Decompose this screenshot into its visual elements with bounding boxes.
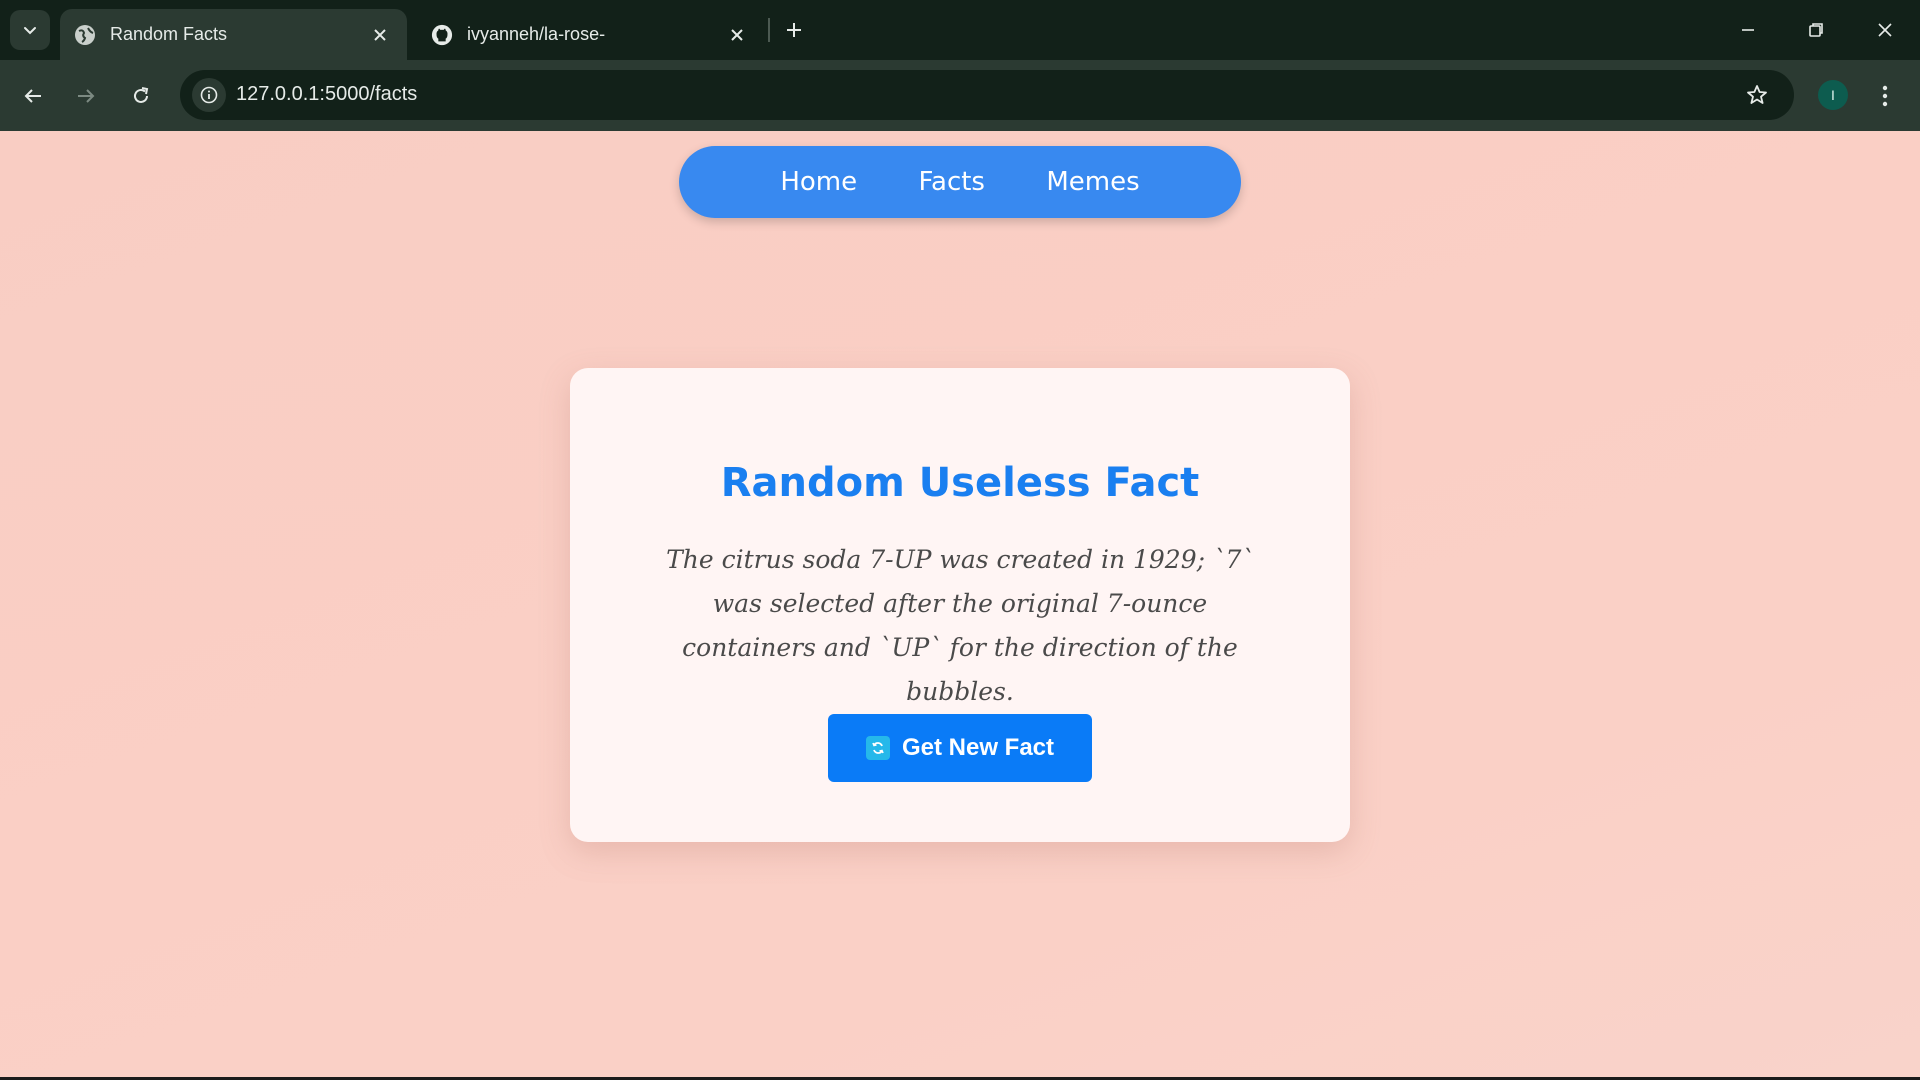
restore-button[interactable]	[1791, 8, 1841, 52]
fact-card: Random Useless Fact The citrus soda 7-UP…	[570, 368, 1350, 842]
back-button[interactable]	[13, 76, 53, 116]
tab-search-button[interactable]	[10, 10, 50, 50]
arrow-right-icon	[78, 89, 95, 103]
nav-link-home[interactable]: Home	[780, 167, 857, 197]
button-label: Get New Fact	[901, 734, 1055, 761]
minimize-icon	[1742, 29, 1754, 31]
browser-toolbar: 127.0.0.1:5000/facts I	[0, 60, 1920, 131]
forward-button[interactable]	[66, 76, 106, 116]
globe-icon	[74, 24, 96, 46]
profile-avatar[interactable]: I	[1818, 80, 1848, 110]
reload-button[interactable]	[121, 76, 161, 116]
new-tab-button[interactable]	[778, 14, 810, 46]
refresh-icon	[865, 736, 890, 760]
page-content: Home Facts Memes Random Useless Fact The…	[0, 131, 1920, 1080]
reload-icon	[134, 87, 149, 103]
site-navbar: Home Facts Memes	[679, 146, 1241, 218]
tab-separator	[768, 18, 770, 42]
plus-icon	[787, 23, 801, 37]
close-icon[interactable]	[724, 22, 750, 48]
close-icon[interactable]	[367, 22, 393, 48]
browser-menu-button[interactable]	[1870, 76, 1900, 116]
site-info-icon[interactable]	[192, 78, 226, 112]
nav-link-facts[interactable]: Facts	[918, 167, 985, 197]
browser-tab-bar: Random Facts ivyanneh/la-rose-	[0, 0, 1920, 60]
card-title: Random Useless Fact	[720, 460, 1200, 506]
tab-title: ivyanneh/la-rose-	[467, 24, 606, 44]
tab-random-facts[interactable]: Random Facts	[60, 9, 407, 60]
arrow-left-icon	[24, 89, 41, 103]
tab-github[interactable]: ivyanneh/la-rose-	[417, 9, 764, 60]
close-window-button[interactable]	[1860, 8, 1910, 52]
github-icon	[431, 24, 453, 46]
chevron-down-icon	[24, 27, 36, 35]
address-bar[interactable]: 127.0.0.1:5000/facts	[180, 70, 1794, 120]
minimize-button[interactable]	[1723, 8, 1773, 52]
tab-title: Random Facts	[110, 24, 228, 44]
get-new-fact-button[interactable]: Get New Fact	[828, 714, 1092, 782]
nav-link-memes[interactable]: Memes	[1046, 167, 1139, 197]
url-text: 127.0.0.1:5000/facts	[236, 83, 418, 105]
more-vertical-icon	[1882, 85, 1888, 107]
close-icon	[1878, 23, 1892, 37]
restore-icon	[1809, 23, 1823, 37]
bookmark-star-icon[interactable]	[1742, 80, 1772, 110]
fact-text: The citrus soda 7-UP was created in 1929…	[666, 545, 1254, 706]
